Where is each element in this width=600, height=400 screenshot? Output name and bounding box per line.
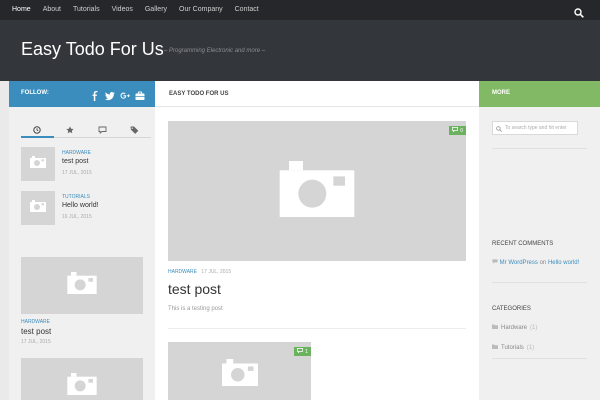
category-link[interactable]: Hardware	[501, 325, 527, 331]
comments-icon	[297, 348, 304, 355]
divider	[492, 148, 587, 149]
list-item: TUTORIALS Hello world! 16 JUL, 2015	[21, 191, 151, 227]
divider	[492, 358, 587, 359]
post-title[interactable]: Hello world!	[62, 202, 99, 209]
briefcase-icon[interactable]	[135, 88, 145, 100]
comment-count: 0	[460, 127, 463, 134]
folder-icon	[492, 344, 498, 351]
post-title[interactable]: test post	[168, 281, 221, 297]
twitter-icon[interactable]	[105, 88, 115, 101]
post-date: 17 JUL, 2015	[62, 170, 92, 176]
post-date: 17 JUL, 2015	[201, 269, 232, 275]
camera-icon	[221, 358, 258, 391]
comment-icon	[492, 259, 500, 266]
post-thumbnail[interactable]: 1	[168, 342, 311, 400]
facebook-icon[interactable]	[90, 88, 100, 101]
list-item: HARDWARE test post 17 JUL, 2015	[21, 147, 151, 183]
category-link[interactable]: Tutorials	[501, 345, 524, 351]
left-sidebar: FOLLOW: HARDWARE test post 17 JUL, 2015 …	[9, 81, 155, 400]
nav-item-tutorials[interactable]: Tutorials	[67, 0, 106, 20]
recent-comment: Mr WordPress on Hello world!	[492, 258, 584, 268]
nav-item-about[interactable]: About	[37, 0, 67, 20]
right-sidebar: MORE RECENT COMMENTS Mr WordPress on Hel…	[479, 81, 600, 400]
top-nav: Home About Tutorials Videos Gallery Our …	[0, 0, 600, 20]
search-input[interactable]	[505, 125, 577, 131]
recent-comments-title: RECENT COMMENTS	[492, 241, 554, 247]
nav-menu: Home About Tutorials Videos Gallery Our …	[6, 0, 265, 20]
category-item: Tutorials (1)	[492, 344, 534, 351]
site-tagline: – Programming Electronic and more –	[164, 48, 266, 54]
star-icon	[66, 121, 74, 139]
sidebar-tabs	[21, 122, 151, 138]
category-item: Hardware (1)	[492, 324, 537, 331]
categories-title: CATEGORIES	[492, 306, 531, 312]
camera-icon	[67, 373, 97, 400]
nav-item-videos[interactable]: Videos	[106, 0, 139, 20]
search-box	[492, 121, 578, 135]
post-category[interactable]: HARDWARE	[21, 319, 143, 325]
post-meta: HARDWARE 17 JUL, 2015	[168, 269, 231, 275]
divider	[168, 328, 466, 329]
divider	[492, 282, 587, 283]
google-plus-icon[interactable]	[120, 88, 130, 99]
search-icon	[496, 119, 502, 137]
comment-count-badge[interactable]: 0	[449, 126, 466, 135]
post-thumbnail[interactable]	[21, 358, 143, 400]
nav-item-gallery[interactable]: Gallery	[139, 0, 173, 20]
tab-comments[interactable]	[86, 122, 119, 137]
post-thumbnail[interactable]	[21, 191, 55, 225]
category-count: (1)	[530, 324, 538, 331]
tab-recent[interactable]	[21, 121, 54, 139]
site-title[interactable]: Easy Todo For Us	[21, 39, 164, 60]
tags-icon	[130, 121, 139, 139]
category-count: (1)	[526, 344, 535, 351]
page-title: EASY TODO FOR US	[169, 91, 229, 97]
comment-on: on	[539, 260, 547, 266]
post-date: 16 JUL, 2015	[62, 214, 92, 220]
more-bar: MORE	[479, 81, 600, 107]
main-header: EASY TODO FOR US	[155, 81, 479, 107]
nav-item-home[interactable]: Home	[6, 0, 37, 20]
post-category[interactable]: HARDWARE	[62, 150, 91, 156]
comments-icon	[98, 121, 107, 139]
comments-icon	[452, 127, 459, 134]
camera-icon	[30, 199, 46, 217]
featured-post-2	[21, 358, 143, 400]
post-date: 17 JUL, 2015	[21, 339, 51, 345]
comment-post-link[interactable]: Hello world!	[548, 260, 579, 266]
main-content: EASY TODO FOR US 0 HARDWARE 17 JUL, 2015…	[155, 81, 479, 400]
nav-item-our-company[interactable]: Our Company	[173, 0, 229, 20]
camera-icon	[30, 155, 46, 173]
tab-tags[interactable]	[119, 122, 152, 137]
comment-author[interactable]: Mr WordPress	[500, 260, 538, 266]
comment-count-badge[interactable]: 1	[294, 347, 311, 356]
featured-post: HARDWARE test post 17 JUL, 2015	[21, 257, 143, 345]
post-category[interactable]: HARDWARE	[168, 269, 197, 275]
camera-icon	[67, 272, 97, 299]
social-links	[90, 88, 145, 101]
site-header: Easy Todo For Us – Programming Electroni…	[0, 20, 600, 81]
follow-label: FOLLOW:	[21, 90, 49, 96]
comment-count: 1	[305, 348, 308, 355]
search-icon[interactable]	[574, 5, 584, 18]
post-thumbnail[interactable]	[21, 147, 55, 181]
post-title[interactable]: test post	[62, 158, 88, 165]
follow-bar: FOLLOW:	[9, 81, 155, 107]
post-excerpt: This is a testing post	[168, 306, 223, 312]
more-label: MORE	[492, 90, 510, 96]
post-thumbnail[interactable]	[21, 257, 143, 314]
post-thumbnail[interactable]: 0	[168, 121, 466, 261]
post-title[interactable]: test post	[21, 327, 143, 336]
tab-popular[interactable]	[54, 122, 87, 137]
post-category[interactable]: TUTORIALS	[62, 194, 90, 200]
camera-icon	[279, 160, 355, 222]
folder-icon	[492, 324, 498, 331]
clock-icon	[33, 121, 41, 139]
nav-item-contact[interactable]: Contact	[229, 0, 265, 20]
